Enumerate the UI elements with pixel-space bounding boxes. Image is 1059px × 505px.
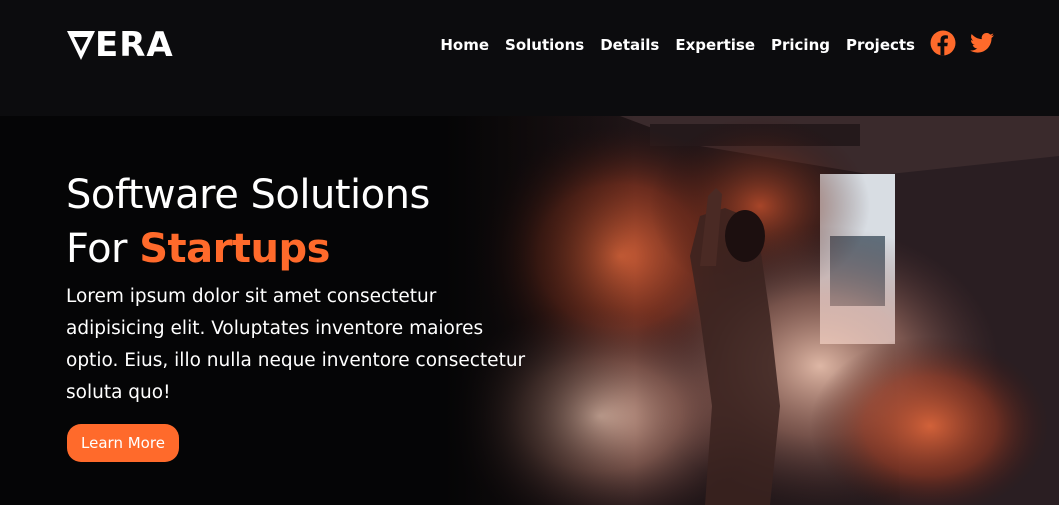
hero-title: Software Solutions For Startups: [66, 168, 526, 276]
navbar: ERA Home Solutions Details Expertise Pri…: [0, 0, 1059, 116]
nav-link-pricing[interactable]: Pricing: [771, 36, 830, 54]
nav-link-details[interactable]: Details: [600, 36, 659, 54]
nav-link-projects[interactable]: Projects: [846, 36, 915, 54]
nav-link-solutions[interactable]: Solutions: [505, 36, 584, 54]
nav-link-home[interactable]: Home: [440, 36, 489, 54]
learn-more-button[interactable]: Learn More: [67, 424, 179, 462]
logo-v-mark: [67, 31, 95, 60]
main-nav: Home Solutions Details Expertise Pricing…: [440, 33, 915, 57]
facebook-icon[interactable]: [930, 30, 956, 56]
hero-title-line1: Software Solutions: [66, 172, 430, 218]
logo-text: ERA: [95, 25, 174, 65]
twitter-icon[interactable]: [969, 30, 995, 56]
hero-title-accent: Startups: [139, 226, 330, 272]
hero-title-prefix: For: [66, 226, 140, 272]
nav-link-expertise[interactable]: Expertise: [675, 36, 755, 54]
brand-logo[interactable]: ERA: [67, 27, 174, 63]
hero-description: Lorem ipsum dolor sit amet consectetur a…: [66, 286, 526, 403]
